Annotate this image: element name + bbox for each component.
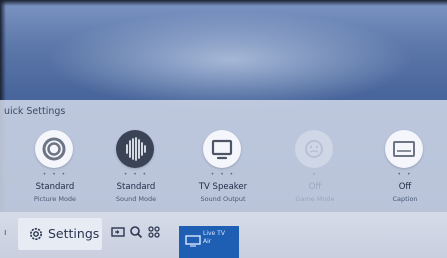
sound-wave-icon: [116, 130, 154, 168]
tile-label: Sound Mode: [115, 195, 157, 203]
quick-setting-picture-mode[interactable]: • • • Standard Picture Mode: [15, 130, 95, 210]
tile-label: Sound Output: [200, 195, 246, 203]
tile-label: Picture Mode: [33, 195, 77, 203]
tile-dots: • • •: [210, 171, 236, 178]
tile-value: Off: [308, 182, 322, 192]
tile-dots: • • •: [123, 171, 149, 178]
tile-value: Standard: [116, 182, 156, 192]
gamepad-icon: [295, 130, 333, 168]
tile-value: Off: [398, 182, 412, 192]
search-icon[interactable]: [128, 224, 144, 240]
quick-setting-caption[interactable]: • • Off Caption: [365, 130, 445, 210]
apps-icon[interactable]: [146, 224, 162, 240]
quick-setting-sound-mode[interactable]: • • • Standard Sound Mode: [96, 130, 176, 210]
tv-icon: [185, 235, 201, 247]
live-tv-label: Live TV Air: [203, 230, 225, 246]
tile-label: Game Mode: [295, 195, 335, 203]
live-tv-label-line2: Air: [203, 238, 212, 245]
home-menu-bar: ı Settings Live TV Air: [0, 212, 447, 258]
settings-button[interactable]: Settings: [18, 218, 102, 250]
tv-bezel-top: [0, 0, 447, 6]
tv-monitor-icon: [203, 130, 241, 168]
caption-icon: [385, 130, 423, 168]
quick-setting-game-mode[interactable]: • Off Game Mode: [275, 130, 355, 210]
tile-label: Caption: [392, 195, 418, 203]
settings-label: Settings: [48, 226, 100, 241]
quick-setting-sound-output[interactable]: • • • TV Speaker Sound Output: [183, 130, 263, 210]
picture-mode-icon: [35, 130, 73, 168]
live-tv-tile[interactable]: Live TV Air: [179, 226, 239, 258]
gear-icon: [30, 228, 42, 240]
tile-dots: • • •: [42, 171, 68, 178]
menu-item-partial[interactable]: ı: [4, 228, 7, 238]
quick-settings-title: uick Settings: [4, 106, 66, 117]
tile-dots: •: [312, 171, 318, 178]
tile-value: TV Speaker: [198, 182, 248, 192]
tile-value: Standard: [35, 182, 75, 192]
source-input-icon[interactable]: [110, 224, 126, 240]
tile-dots: • •: [397, 171, 413, 178]
live-tv-label-line1: Live TV: [203, 230, 225, 237]
